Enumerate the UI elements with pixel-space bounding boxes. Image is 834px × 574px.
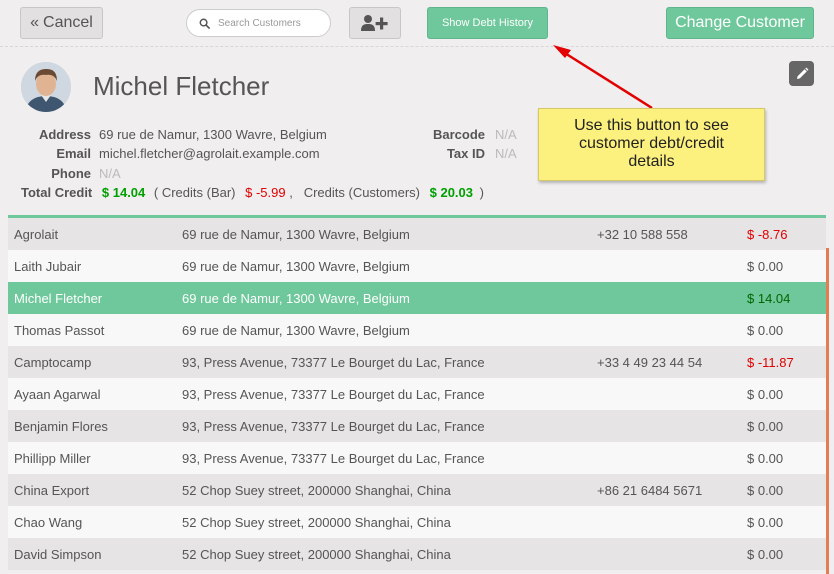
customer-row[interactable]: David Simpson 52 Chop Suey street, 200000…	[8, 538, 826, 570]
customer-row-name: Agrolait	[14, 226, 59, 242]
customer-row-name: Michel Fletcher	[14, 290, 103, 306]
customer-row-balance: $ -11.87	[747, 354, 794, 370]
callout-line-3: details	[628, 153, 675, 170]
customer-row[interactable]: Benjamin Flores 93, Press Avenue, 73377 L…	[8, 410, 826, 442]
customer-row-name: Camptocamp	[14, 354, 92, 370]
callout-line-1: Use this button to see	[574, 117, 729, 134]
customer-row-balance: $ 0.00	[747, 386, 784, 402]
address-label: Address	[38, 127, 91, 142]
barcode-label: Barcode	[432, 127, 485, 142]
customer-row-balance: $ 0.00	[747, 258, 784, 274]
close-paren: )	[479, 185, 484, 200]
customer-row[interactable]: Camptocamp 93, Press Avenue, 73377 Le Bou…	[8, 346, 826, 378]
customer-row-address: 69 rue de Namur, 1300 Wavre, Belgium	[182, 226, 410, 242]
total-credit-label: Total Credit	[21, 185, 93, 200]
credits-bar-label: ( Credits (Bar)	[153, 185, 236, 200]
total-credit-value: $ 14.04	[101, 185, 146, 200]
customer-row[interactable]: Thomas Passot 69 rue de Namur, 1300 Wavre…	[8, 314, 826, 346]
customer-row[interactable]: Michel Fletcher 69 rue de Namur, 1300 Wav…	[8, 282, 826, 314]
taxid-row: Tax ID N/A	[415, 146, 517, 161]
customer-row-balance: $ 14.04	[747, 290, 791, 306]
customer-row-name: Benjamin Flores	[14, 418, 108, 434]
taxid-value: N/A	[495, 146, 517, 161]
customer-row[interactable]: Agrolait 69 rue de Namur, 1300 Wavre, Bel…	[8, 218, 826, 250]
phone-value: N/A	[99, 166, 121, 181]
email-value: michel.fletcher@agrolait.example.com	[99, 146, 320, 161]
customer-list: Agrolait 69 rue de Namur, 1300 Wavre, Bel…	[8, 215, 826, 574]
customer-row-phone: +86 21 6484 5671	[597, 482, 703, 498]
customer-row-address: 52 Chop Suey street, 200000 Shanghai, Ch…	[182, 482, 451, 498]
add-user-icon	[361, 15, 388, 31]
barcode-row: Barcode N/A	[415, 127, 517, 142]
customer-row-address: 69 rue de Namur, 1300 Wavre, Belgium	[182, 258, 410, 274]
add-customer-button[interactable]	[349, 7, 401, 39]
scrollbar[interactable]	[826, 248, 829, 574]
search-icon	[199, 18, 210, 29]
customer-row-address: 93, Press Avenue, 73377 Le Bourget du La…	[182, 354, 485, 370]
customer-row-name: Laith Jubair	[14, 258, 82, 274]
customer-row-name: Ayaan Agarwal	[14, 386, 101, 402]
customer-row-balance: $ 0.00	[747, 514, 784, 530]
phone-row: Phone N/A	[21, 166, 121, 181]
credits-customers-label: , Credits (Customers)	[289, 185, 420, 200]
email-row: Email michel.fletcher@agrolait.example.c…	[21, 146, 320, 161]
credits-customers-value: $ 20.03	[429, 185, 473, 200]
total-credit-row: Total Credit $ 14.04 ( Credits (Bar) $ -…	[21, 185, 484, 200]
customer-row-name: Chao Wang	[14, 514, 83, 530]
address-value: 69 rue de Namur, 1300 Wavre, Belgium	[99, 127, 327, 142]
customer-row-address: 93, Press Avenue, 73377 Le Bourget du La…	[182, 450, 485, 466]
customer-row-balance: $ 0.00	[747, 418, 784, 434]
annotation-callout: Use this button to see customer debt/cre…	[538, 108, 765, 181]
credits-bar-value: $ -5.99	[245, 185, 286, 200]
cancel-button[interactable]: « Cancel	[20, 7, 103, 39]
cancel-button-label: Cancel	[43, 14, 93, 31]
customer-row-address: 93, Press Avenue, 73377 Le Bourget du La…	[182, 386, 485, 402]
phone-label: Phone	[51, 166, 91, 181]
customer-row[interactable]: Phillipp Miller 93, Press Avenue, 73377 L…	[8, 442, 826, 474]
customer-row-address: 93, Press Avenue, 73377 Le Bourget du La…	[182, 418, 485, 434]
taxid-label: Tax ID	[446, 146, 485, 161]
customer-row-phone: +33 4 49 23 44 54	[597, 354, 703, 370]
customer-row-address: 69 rue de Namur, 1300 Wavre, Belgium	[182, 290, 410, 306]
customer-row-balance: $ 0.00	[747, 546, 784, 562]
pencil-icon	[796, 67, 808, 79]
customer-row-name: Thomas Passot	[14, 322, 105, 338]
customer-row-name: David Simpson	[14, 546, 102, 562]
change-customer-button[interactable]: Change Customer	[666, 7, 814, 39]
customer-row-balance: $ -8.76	[747, 226, 788, 242]
customer-row-address: 69 rue de Namur, 1300 Wavre, Belgium	[182, 322, 410, 338]
customer-row[interactable]: Laith Jubair 69 rue de Namur, 1300 Wavre,…	[8, 250, 826, 282]
double-chevron-left-icon: «	[30, 14, 40, 31]
customer-row-name: Phillipp Miller	[14, 450, 91, 466]
customer-row-balance: $ 0.00	[747, 482, 784, 498]
customer-row-name: China Export	[14, 482, 90, 498]
email-label: Email	[56, 146, 91, 161]
search-box[interactable]	[186, 9, 331, 37]
customer-name: Michel Fletcher	[93, 71, 270, 101]
search-input[interactable]	[218, 17, 318, 29]
customer-row[interactable]: Chao Wang 52 Chop Suey street, 200000 Sha…	[8, 506, 826, 538]
customer-row[interactable]: China Export 52 Chop Suey street, 200000 …	[8, 474, 826, 506]
customer-row-address: 52 Chop Suey street, 200000 Shanghai, Ch…	[182, 514, 451, 530]
edit-customer-button[interactable]	[789, 61, 814, 86]
top-toolbar: « Cancel Show Debt History Change Custom…	[0, 0, 834, 47]
customer-row-balance: $ 0.00	[747, 450, 784, 466]
customer-row[interactable]: Ayaan Agarwal 93, Press Avenue, 73377 Le …	[8, 378, 826, 410]
customer-row-address: 52 Chop Suey street, 200000 Shanghai, Ch…	[182, 546, 451, 562]
callout-line-2: customer debt/credit	[579, 135, 724, 152]
customer-avatar	[21, 62, 71, 112]
barcode-value: N/A	[495, 127, 517, 142]
customer-row-balance: $ 0.00	[747, 322, 784, 338]
address-row: Address 69 rue de Namur, 1300 Wavre, Bel…	[21, 127, 327, 142]
customer-row-phone: +32 10 588 558	[597, 226, 688, 242]
show-debt-history-button[interactable]: Show Debt History	[427, 7, 548, 39]
